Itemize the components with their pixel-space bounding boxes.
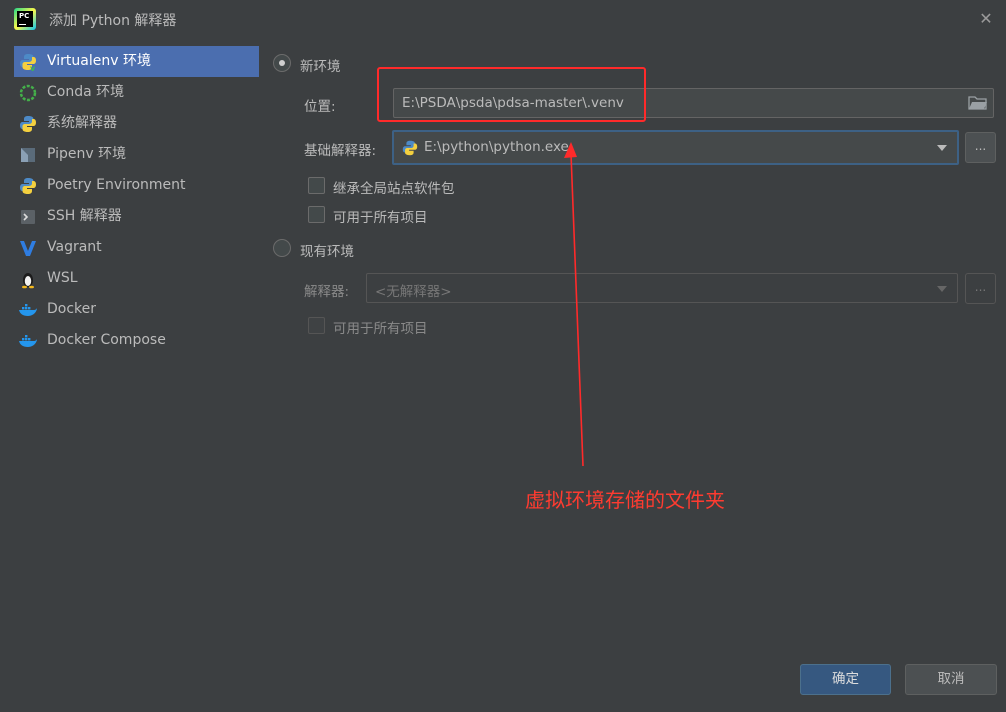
virtualenv-icon: v: [20, 54, 36, 72]
sidebar-item-wsl[interactable]: WSL: [14, 263, 259, 294]
chevron-down-icon[interactable]: [937, 286, 947, 292]
app-icon-text: PC: [19, 12, 30, 20]
sidebar-item-label: 系统解释器: [47, 115, 117, 131]
sidebar-item-ssh[interactable]: SSH 解释器: [14, 201, 259, 232]
cancel-button[interactable]: 取消: [905, 664, 997, 695]
docker-compose-icon: [19, 335, 37, 347]
base-interpreter-select[interactable]: E:\python\python.exe: [392, 130, 959, 165]
inherit-global-packages-checkbox[interactable]: [308, 177, 325, 194]
linux-tux-icon: [22, 273, 34, 289]
ssh-icon: [21, 210, 35, 224]
sidebar-item-vagrant[interactable]: Vagrant: [14, 232, 259, 263]
vagrant-icon: [20, 241, 36, 256]
pipenv-icon: [21, 148, 35, 162]
annotation-text: 虚拟环境存储的文件夹: [525, 488, 725, 512]
dialog-title: 添加 Python 解释器: [49, 13, 177, 29]
sidebar-item-label: WSL: [47, 270, 78, 286]
sidebar-item-label: Pipenv 环境: [47, 146, 127, 162]
chevron-down-icon[interactable]: [937, 145, 947, 151]
sidebar-item-label: Conda 环境: [47, 84, 125, 100]
sidebar-item-system[interactable]: 系统解释器: [14, 108, 259, 139]
base-interpreter-browse-button[interactable]: ...: [965, 132, 996, 163]
interpreter-browse-button[interactable]: ...: [965, 273, 996, 304]
available-all-projects-label: 可用于所有项目: [333, 210, 428, 226]
inherit-global-packages-label: 继承全局站点软件包: [333, 181, 455, 197]
title-bar: PC 添加 Python 解释器 ✕: [0, 0, 1006, 38]
folder-icon[interactable]: [968, 95, 988, 111]
sidebar-item-label: Docker: [47, 301, 97, 317]
sidebar-item-virtualenv[interactable]: v Virtualenv 环境: [14, 46, 259, 77]
sidebar-item-label: Vagrant: [47, 239, 102, 255]
interpreter-type-sidebar: v Virtualenv 环境 Conda 环境 系统解释器 Pipenv 环境…: [0, 38, 262, 712]
existing-env-label: 现有环境: [300, 244, 354, 260]
python-icon: [20, 116, 36, 132]
base-interpreter-value: E:\python\python.exe: [424, 139, 569, 155]
existing-available-all-label: 可用于所有项目: [333, 321, 428, 337]
interpreter-value: <无解释器>: [375, 284, 452, 300]
annotation-highlight-box: [377, 67, 646, 122]
sidebar-item-docker-compose[interactable]: Docker Compose: [14, 325, 259, 356]
interpreter-select[interactable]: <无解释器>: [366, 273, 958, 303]
ok-button[interactable]: 确定: [800, 664, 891, 695]
new-env-radio[interactable]: [273, 54, 291, 72]
python-icon: [402, 140, 418, 156]
pycharm-app-icon: PC: [14, 8, 36, 30]
sidebar-item-label: Poetry Environment: [47, 177, 186, 193]
close-icon[interactable]: ✕: [975, 8, 997, 30]
docker-icon: [19, 304, 37, 316]
location-label: 位置:: [304, 99, 336, 115]
interpreter-label: 解释器:: [304, 284, 350, 300]
existing-env-radio[interactable]: [273, 239, 291, 257]
existing-available-all-checkbox[interactable]: [308, 317, 325, 334]
sidebar-item-conda[interactable]: Conda 环境: [14, 77, 259, 108]
conda-icon: [19, 84, 37, 102]
base-interpreter-label: 基础解释器:: [304, 143, 377, 159]
poetry-icon: [20, 178, 36, 194]
sidebar-item-poetry[interactable]: Poetry Environment: [14, 170, 259, 201]
sidebar-item-label: Docker Compose: [47, 332, 166, 348]
sidebar-item-docker[interactable]: Docker: [14, 294, 259, 325]
sidebar-item-pipenv[interactable]: Pipenv 环境: [14, 139, 259, 170]
svg-text:v: v: [30, 64, 36, 72]
available-all-projects-checkbox[interactable]: [308, 206, 325, 223]
new-env-label: 新环境: [300, 59, 341, 75]
sidebar-item-label: Virtualenv 环境: [47, 53, 151, 69]
annotation-arrow: [564, 142, 584, 467]
sidebar-item-label: SSH 解释器: [47, 208, 122, 224]
